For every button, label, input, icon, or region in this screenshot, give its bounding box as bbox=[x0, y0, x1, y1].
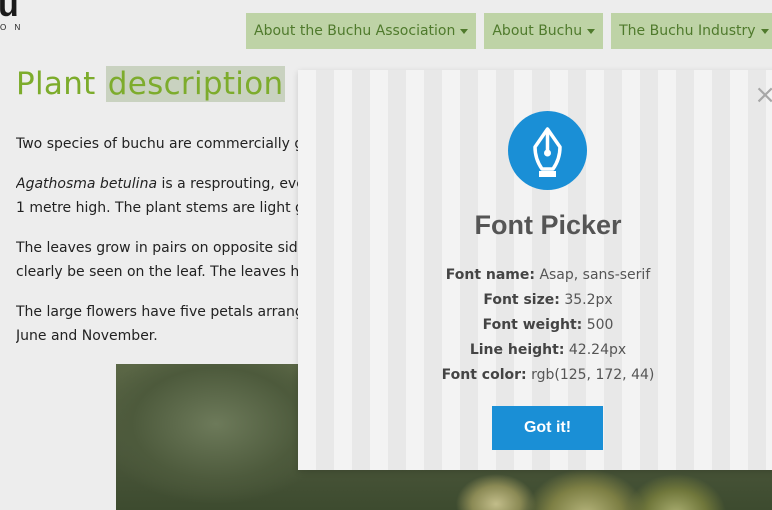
paragraph-leaves: The leaves grow in pairs on opposite sid… bbox=[16, 240, 307, 256]
main-nav: About the Buchu Association About Buchu … bbox=[246, 13, 772, 49]
paragraph-flowers: The large flowers have five petals arran… bbox=[16, 304, 304, 320]
page-title-highlighted-word: description bbox=[105, 66, 286, 102]
paragraph-leaves-line2: clearly be seen on the leaf. The leaves … bbox=[16, 264, 308, 280]
paragraph-betulina: Agathosma betulina is a resprouting, eve bbox=[16, 172, 316, 196]
font-name-label: Font name: bbox=[445, 267, 535, 283]
font-info-list: Font name: Asap, sans-serif Font size: 3… bbox=[298, 263, 772, 388]
caret-down-icon bbox=[760, 28, 769, 34]
line-height-row: Line height: 42.24px bbox=[298, 338, 772, 363]
page-title: Plant description bbox=[16, 66, 286, 102]
paragraph-flowers-line2: June and November. bbox=[16, 328, 158, 344]
nav-item-buchu-industry[interactable]: The Buchu Industry bbox=[611, 13, 772, 49]
font-size-label: Font size: bbox=[483, 292, 560, 308]
font-size-value: 35.2px bbox=[564, 292, 613, 308]
site-logo-tagline: O N bbox=[0, 23, 24, 32]
fountain-pen-nib-icon bbox=[508, 111, 587, 190]
page-title-plain: Plant bbox=[16, 66, 96, 102]
font-weight-label: Font weight: bbox=[482, 317, 583, 333]
font-weight-row: Font weight: 500 bbox=[298, 313, 772, 338]
font-picker-modal: × Font Picker Font name: Asap, sans-seri… bbox=[298, 70, 772, 470]
font-size-row: Font size: 35.2px bbox=[298, 288, 772, 313]
font-color-label: Font color: bbox=[441, 367, 527, 383]
nav-item-about-association[interactable]: About the Buchu Association bbox=[246, 13, 477, 49]
font-weight-value: 500 bbox=[586, 317, 614, 333]
site-logo[interactable]: u bbox=[0, 0, 19, 25]
modal-title: Font Picker bbox=[474, 210, 622, 240]
nav-item-about-buchu[interactable]: About Buchu bbox=[484, 13, 604, 49]
line-height-value: 42.24px bbox=[568, 342, 627, 358]
paragraph-text: is a resprouting, eve bbox=[157, 176, 305, 192]
close-icon[interactable]: × bbox=[754, 82, 772, 108]
got-it-button[interactable]: Got it! bbox=[492, 406, 603, 450]
species-name: Agathosma betulina bbox=[16, 176, 158, 192]
font-name-value: Asap, sans-serif bbox=[539, 267, 651, 283]
caret-down-icon bbox=[460, 28, 469, 34]
font-color-value: rgb(125, 172, 44) bbox=[531, 367, 655, 383]
paragraph-intro: Two species of buchu are commercially g bbox=[16, 136, 304, 152]
font-color-row: Font color: rgb(125, 172, 44) bbox=[298, 363, 772, 388]
caret-down-icon bbox=[587, 28, 596, 34]
paragraph-betulina-line2: 1 metre high. The plant stems are light … bbox=[16, 200, 304, 216]
line-height-label: Line height: bbox=[469, 342, 565, 358]
nav-item-label: The Buchu Industry bbox=[619, 23, 756, 39]
nav-item-label: About Buchu bbox=[492, 23, 583, 39]
nav-item-label: About the Buchu Association bbox=[254, 23, 456, 39]
font-name-row: Font name: Asap, sans-serif bbox=[298, 263, 772, 288]
